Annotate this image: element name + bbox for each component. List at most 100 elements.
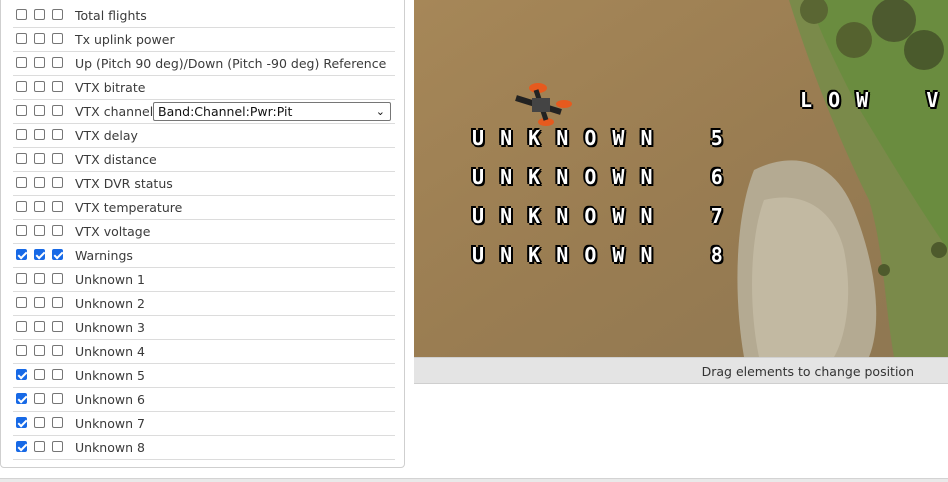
profile-2-checkbox[interactable]	[34, 57, 45, 68]
profile-1-checkbox[interactable]	[16, 201, 27, 212]
osd-item-row: VTX distance	[13, 148, 395, 172]
profile-1-checkbox[interactable]	[16, 153, 27, 164]
osd-item-label: Unknown 1	[75, 272, 145, 287]
profile-2-checkbox[interactable]	[34, 81, 45, 92]
profile-1-checkbox[interactable]	[16, 273, 27, 284]
osd-item-row: VTX temperature	[13, 196, 395, 220]
profile-2-checkbox[interactable]	[34, 177, 45, 188]
profile-3-checkbox[interactable]	[52, 321, 63, 332]
osd-preview-element[interactable]: U N K N O W N 8	[472, 243, 725, 267]
osd-preview-element[interactable]: U N K N O W N 7	[472, 204, 725, 228]
osd-item-label: VTX DVR status	[75, 176, 173, 191]
profile-1-checkbox[interactable]	[16, 9, 27, 20]
profile-1-checkbox[interactable]	[16, 57, 27, 68]
profile-1-checkbox[interactable]	[16, 441, 27, 452]
profile-1-checkbox[interactable]	[16, 33, 27, 44]
profile-2-checkbox[interactable]	[34, 273, 45, 284]
osd-preview-element[interactable]: U N K N O W N 5	[472, 126, 725, 150]
profile-2-checkbox[interactable]	[34, 297, 45, 308]
osd-item-row: Unknown 1	[13, 268, 395, 292]
osd-item-row: VTX voltage	[13, 220, 395, 244]
profile-2-checkbox[interactable]	[34, 33, 45, 44]
osd-item-label: VTX bitrate	[75, 80, 146, 95]
profile-3-checkbox[interactable]	[52, 273, 63, 284]
osd-item-row: Total flights	[13, 4, 395, 28]
osd-item-row: VTX delay	[13, 124, 395, 148]
profile-3-checkbox[interactable]	[52, 105, 63, 116]
profile-3-checkbox[interactable]	[52, 225, 63, 236]
osd-item-row: Unknown 8	[13, 436, 395, 460]
profile-1-checkbox[interactable]	[16, 81, 27, 92]
osd-item-row: Warnings	[13, 244, 395, 268]
profile-2-checkbox[interactable]	[34, 417, 45, 428]
osd-item-label: Unknown 2	[75, 296, 145, 311]
profile-3-checkbox[interactable]	[52, 297, 63, 308]
profile-2-checkbox[interactable]	[34, 153, 45, 164]
profile-1-checkbox[interactable]	[16, 105, 27, 116]
osd-item-label: Up (Pitch 90 deg)/Down (Pitch -90 deg) R…	[75, 56, 387, 71]
osd-item-row: VTX channel Band:Channel:Pwr:Pit ⌄	[13, 100, 395, 124]
profile-1-checkbox[interactable]	[16, 225, 27, 236]
profile-2-checkbox[interactable]	[34, 369, 45, 380]
vtx-channel-format-select[interactable]: Band:Channel:Pwr:Pit ⌄	[153, 102, 391, 121]
osd-item-label: Unknown 4	[75, 344, 145, 359]
profile-2-checkbox[interactable]	[34, 225, 45, 236]
osd-item-label: Unknown 3	[75, 320, 145, 335]
select-value: Band:Channel:Pwr:Pit	[158, 104, 293, 119]
profile-2-checkbox[interactable]	[34, 393, 45, 404]
profile-1-checkbox[interactable]	[16, 417, 27, 428]
profile-3-checkbox[interactable]	[52, 249, 63, 260]
profile-3-checkbox[interactable]	[52, 153, 63, 164]
bottom-divider	[0, 478, 948, 482]
osd-item-label: Tx uplink power	[75, 32, 175, 47]
profile-3-checkbox[interactable]	[52, 369, 63, 380]
profile-3-checkbox[interactable]	[52, 57, 63, 68]
profile-1-checkbox[interactable]	[16, 297, 27, 308]
osd-item-row: Up (Pitch 90 deg)/Down (Pitch -90 deg) R…	[13, 52, 395, 76]
profile-2-checkbox[interactable]	[34, 129, 45, 140]
osd-item-row: Unknown 6	[13, 388, 395, 412]
profile-2-checkbox[interactable]	[34, 321, 45, 332]
osd-item-row: Tx uplink power	[13, 28, 395, 52]
osd-preview-element[interactable]: U N K N O W N 6	[472, 165, 725, 189]
profile-1-checkbox[interactable]	[16, 369, 27, 380]
profile-3-checkbox[interactable]	[52, 417, 63, 428]
profile-3-checkbox[interactable]	[52, 177, 63, 188]
profile-1-checkbox[interactable]	[16, 345, 27, 356]
osd-item-row: Unknown 7	[13, 412, 395, 436]
profile-3-checkbox[interactable]	[52, 441, 63, 452]
osd-item-label: VTX delay	[75, 128, 138, 143]
profile-1-checkbox[interactable]	[16, 177, 27, 188]
profile-2-checkbox[interactable]	[34, 105, 45, 116]
drag-hint: Drag elements to change position	[701, 364, 914, 379]
osd-warning-text[interactable]: L O W V O	[800, 88, 948, 112]
profile-2-checkbox[interactable]	[34, 345, 45, 356]
chevron-down-icon: ⌄	[375, 105, 385, 118]
profile-2-checkbox[interactable]	[34, 9, 45, 20]
osd-item-label: Unknown 7	[75, 416, 145, 431]
profile-3-checkbox[interactable]	[52, 81, 63, 92]
profile-1-checkbox[interactable]	[16, 321, 27, 332]
osd-item-label: Unknown 5	[75, 368, 145, 383]
osd-item-label: VTX distance	[75, 152, 157, 167]
osd-item-row: Unknown 3	[13, 316, 395, 340]
osd-item-label: Total flights	[75, 8, 147, 23]
profile-2-checkbox[interactable]	[34, 441, 45, 452]
profile-3-checkbox[interactable]	[52, 393, 63, 404]
osd-item-row: Unknown 4	[13, 340, 395, 364]
osd-item-label: VTX temperature	[75, 200, 183, 215]
profile-3-checkbox[interactable]	[52, 129, 63, 140]
profile-3-checkbox[interactable]	[52, 201, 63, 212]
osd-item-label: VTX channel	[75, 104, 154, 119]
profile-1-checkbox[interactable]	[16, 249, 27, 260]
profile-3-checkbox[interactable]	[52, 9, 63, 20]
osd-preview: L O W V O U N K N O W N 5 U N K N O W N 6…	[414, 0, 948, 357]
profile-3-checkbox[interactable]	[52, 345, 63, 356]
profile-1-checkbox[interactable]	[16, 129, 27, 140]
osd-item-row: VTX bitrate	[13, 76, 395, 100]
profile-1-checkbox[interactable]	[16, 393, 27, 404]
profile-2-checkbox[interactable]	[34, 201, 45, 212]
profile-2-checkbox[interactable]	[34, 249, 45, 260]
profile-3-checkbox[interactable]	[52, 33, 63, 44]
osd-item-label: Unknown 6	[75, 392, 145, 407]
